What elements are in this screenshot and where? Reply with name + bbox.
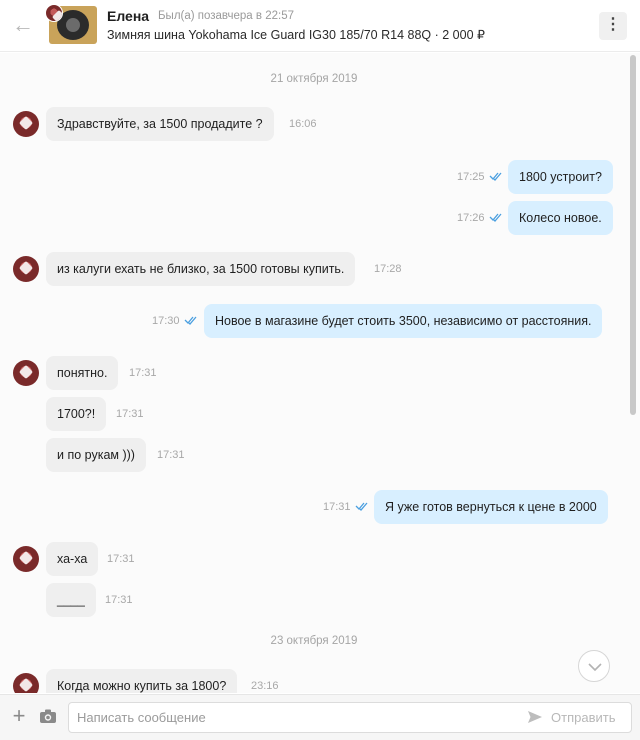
chat-header: ← Елена Был(а) позавчера в 22:57 Зимняя … (0, 0, 640, 52)
arrow-left-icon: ← (12, 12, 34, 37)
send-label: Отправить (551, 710, 616, 725)
compose-bar: + Отправить (0, 694, 640, 740)
back-button[interactable]: ← (10, 13, 36, 39)
scrollbar[interactable] (630, 55, 636, 415)
more-vertical-icon: ⋮ (605, 16, 621, 33)
incoming-message: Здравствуйте, за 1500 продадите ? (46, 107, 274, 141)
read-check-icon (489, 172, 502, 181)
message-time: 16:06 (289, 118, 317, 130)
avatar (13, 546, 39, 572)
contact-avatar (45, 4, 63, 22)
chevron-down-icon (588, 663, 602, 672)
avatar (13, 256, 39, 282)
contact-status: Был(а) позавчера в 22:57 (158, 10, 294, 22)
message-time: 17:31 (107, 553, 135, 565)
contact-name[interactable]: Елена (107, 8, 149, 24)
listing-title[interactable]: Зимняя шина Yokohama Ice Guard IG30 185/… (107, 27, 485, 42)
outgoing-message: Колесо новое. (508, 201, 613, 235)
incoming-message: Когда можно купить за 1800? (46, 669, 238, 693)
date-separator: 21 октября 2019 (270, 73, 358, 85)
read-check-icon (184, 316, 197, 325)
scroll-to-bottom-button[interactable] (578, 650, 610, 682)
incoming-message: и по рукам ))) (46, 438, 146, 472)
message-time: 17:31 (157, 449, 185, 461)
message-time: 17:25 (457, 160, 503, 194)
outgoing-message: 1800 устроит? (508, 160, 613, 194)
message-time-text: 17:25 (457, 171, 485, 183)
incoming-message: понятно. (46, 356, 119, 390)
avatar (13, 360, 39, 386)
message-time: 17:31 (129, 367, 157, 379)
send-button[interactable]: Отправить (527, 707, 615, 729)
read-check-icon (489, 213, 502, 222)
message-time: 17:31 (116, 408, 144, 420)
camera-icon (40, 709, 56, 723)
message-time: 17:30 (152, 304, 198, 338)
send-icon (528, 711, 542, 723)
outgoing-message: Новое в магазине будет стоить 3500, неза… (204, 304, 603, 338)
incoming-message: 1700?! (46, 397, 107, 431)
message-time-text: 17:31 (323, 501, 351, 513)
incoming-message: из калуги ехать не близко, за 1500 готов… (46, 252, 356, 286)
message-time: 17:26 (457, 201, 503, 235)
avatar (13, 111, 39, 137)
date-separator: 23 октября 2019 (270, 635, 358, 647)
incoming-message: ____ (46, 583, 96, 617)
avatar (13, 673, 39, 693)
menu-button[interactable]: ⋮ (599, 12, 627, 40)
plus-icon: + (12, 703, 26, 728)
message-time: 17:31 (105, 594, 133, 606)
read-check-icon (355, 502, 368, 511)
attach-button[interactable]: + (9, 703, 29, 728)
message-time: 23:16 (251, 680, 279, 692)
incoming-message: ха-ха (46, 542, 99, 576)
message-time: 17:31 (323, 490, 369, 524)
message-list[interactable]: 21 октября 2019 Здравствуйте, за 1500 пр… (0, 53, 640, 693)
message-time: 17:28 (374, 263, 402, 275)
outgoing-message: Я уже готов вернуться к цене в 2000 (374, 490, 608, 524)
message-time-text: 17:30 (152, 315, 180, 327)
message-time-text: 17:26 (457, 212, 485, 224)
camera-button[interactable] (39, 708, 57, 724)
